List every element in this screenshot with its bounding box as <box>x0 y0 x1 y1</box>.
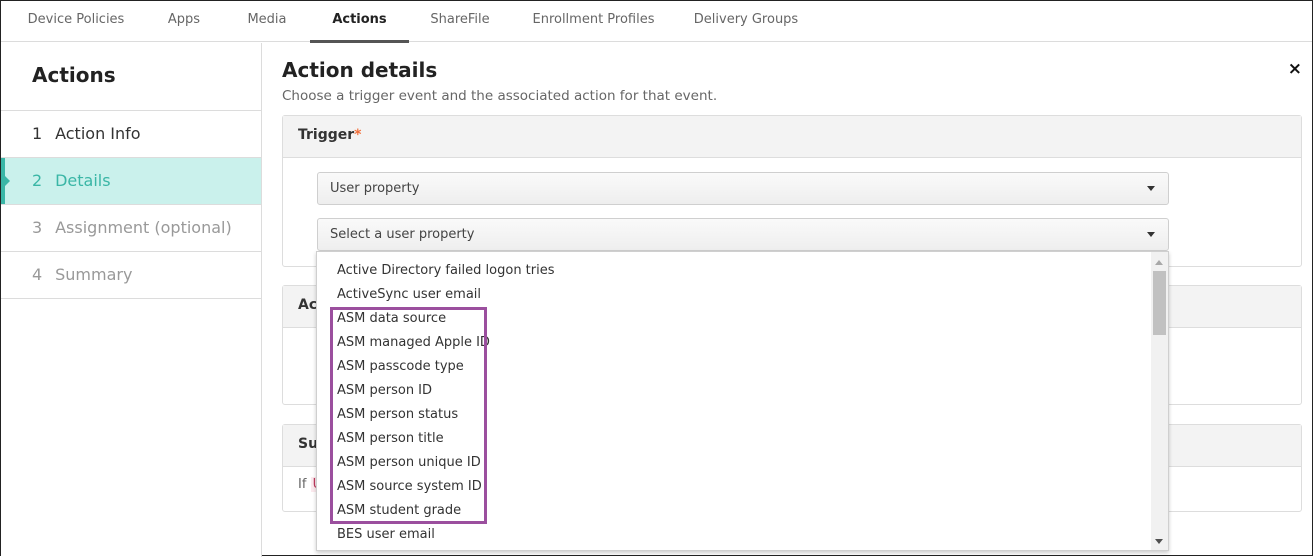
dropdown-option[interactable]: ASM source system ID <box>317 475 1153 499</box>
step-assignment[interactable]: 3 Assignment (optional) <box>1 204 261 251</box>
step-number: 2 <box>32 171 43 190</box>
dropdown-option[interactable]: ASM managed Apple ID <box>317 331 1153 355</box>
summary-prefix: If <box>298 477 307 492</box>
dropdown-option[interactable]: ASM person title <box>317 427 1153 451</box>
user-property-select[interactable]: Select a user property <box>317 218 1169 251</box>
user-property-dropdown[interactable]: Active Directory failed logon tries Acti… <box>316 251 1169 551</box>
step-number: 3 <box>32 218 43 237</box>
dropdown-option[interactable]: ASM person status <box>317 403 1153 427</box>
chevron-down-icon <box>1147 232 1155 237</box>
step-details[interactable]: 2 Details <box>1 157 261 204</box>
wizard-sidebar: Actions 1 Action Info 2 Details 3 Assign… <box>1 43 262 557</box>
tab-apps[interactable]: Apps <box>161 1 207 42</box>
step-summary[interactable]: 4 Summary <box>1 251 261 298</box>
tab-enrollment-profiles[interactable]: Enrollment Profiles <box>527 1 660 42</box>
dropdown-option[interactable]: Active Directory failed logon tries <box>317 259 1153 283</box>
page-title: Action details <box>282 58 438 82</box>
dropdown-option[interactable]: ASM person ID <box>317 379 1153 403</box>
trigger-label: Trigger <box>298 127 355 143</box>
chevron-down-icon <box>1147 186 1155 191</box>
required-mark: * <box>354 127 362 143</box>
step-number: 1 <box>32 124 43 143</box>
tab-device-policies[interactable]: Device Policies <box>21 1 131 42</box>
dropdown-option[interactable]: ASM student grade <box>317 499 1153 523</box>
scrollbar-thumb[interactable] <box>1153 271 1166 335</box>
page-description: Choose a trigger event and the associate… <box>282 88 718 104</box>
step-label: Details <box>55 171 111 190</box>
step-action-info[interactable]: 1 Action Info <box>1 110 261 157</box>
divider <box>1 298 261 299</box>
trigger-panel: Trigger* User property Select a user pro… <box>282 115 1302 267</box>
tab-media[interactable]: Media <box>239 1 295 42</box>
dropdown-option[interactable]: ASM passcode type <box>317 355 1153 379</box>
trigger-type-select[interactable]: User property <box>317 172 1169 205</box>
top-nav: Device Policies Apps Media Actions Share… <box>1 1 1312 43</box>
dropdown-option[interactable]: ASM data source <box>317 307 1153 331</box>
step-label: Summary <box>55 265 133 284</box>
dropdown-option[interactable]: ASM person unique ID <box>317 451 1153 475</box>
dropdown-option[interactable]: ActiveSync user email <box>317 283 1153 307</box>
tab-actions[interactable]: Actions <box>310 1 409 43</box>
step-number: 4 <box>32 265 43 284</box>
trigger-header: Trigger* <box>283 116 1301 158</box>
tab-delivery-groups[interactable]: Delivery Groups <box>691 1 801 42</box>
scroll-down-icon[interactable] <box>1155 539 1163 544</box>
user-property-placeholder: Select a user property <box>330 227 475 242</box>
dropdown-option[interactable]: BES user email <box>317 523 1153 547</box>
dropdown-scrollbar[interactable] <box>1151 252 1168 550</box>
step-label: Assignment (optional) <box>55 218 232 237</box>
tab-sharefile[interactable]: ShareFile <box>425 1 495 42</box>
close-icon[interactable]: × <box>1288 59 1302 79</box>
trigger-type-value: User property <box>330 181 420 196</box>
step-label: Action Info <box>55 124 141 143</box>
sidebar-title: Actions <box>32 63 116 87</box>
scroll-up-icon[interactable] <box>1155 260 1163 265</box>
